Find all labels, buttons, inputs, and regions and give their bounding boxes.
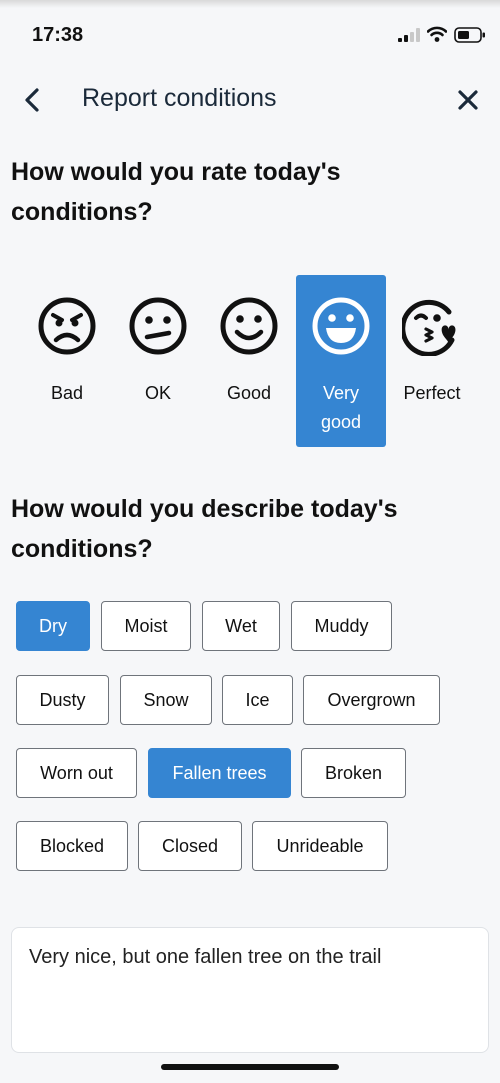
meh-face-icon bbox=[129, 297, 187, 355]
wifi-icon bbox=[427, 26, 447, 42]
rating-label: Very good bbox=[320, 383, 362, 432]
rating-selector: Bad OK Good Very good Perfect bbox=[22, 275, 482, 447]
comment-text: Very nice, but one fallen tree on the tr… bbox=[29, 946, 382, 968]
chip-blocked[interactable]: Blocked bbox=[16, 821, 128, 871]
status-bar: 17:38 bbox=[0, 0, 500, 70]
conditions-question: How would you describe today's condition… bbox=[11, 495, 398, 563]
comment-textarea[interactable]: Very nice, but one fallen tree on the tr… bbox=[11, 927, 489, 1053]
battery-icon bbox=[454, 27, 485, 43]
content: How would you rate today's conditions? B… bbox=[0, 130, 500, 1083]
rating-label: Perfect bbox=[403, 383, 461, 403]
chip-dusty[interactable]: Dusty bbox=[16, 675, 109, 725]
rating-option-bad[interactable]: Bad bbox=[22, 275, 112, 447]
chip-wet[interactable]: Wet bbox=[202, 601, 280, 651]
rating-option-very-good[interactable]: Very good bbox=[296, 275, 386, 447]
chip-broken[interactable]: Broken bbox=[301, 748, 406, 798]
close-icon[interactable] bbox=[456, 88, 480, 112]
rating-label: Good bbox=[226, 383, 272, 403]
status-time: 17:38 bbox=[32, 24, 84, 46]
rating-question: How would you rate today's conditions? bbox=[11, 158, 341, 226]
smile-face-icon bbox=[220, 297, 278, 355]
chip-moist[interactable]: Moist bbox=[101, 601, 191, 651]
kiss-heart-face-icon bbox=[402, 299, 456, 356]
chip-muddy[interactable]: Muddy bbox=[291, 601, 392, 651]
chip-ice[interactable]: Ice bbox=[222, 675, 293, 725]
chip-worn-out[interactable]: Worn out bbox=[16, 748, 137, 798]
chip-unrideable[interactable]: Unrideable bbox=[252, 821, 388, 871]
chip-overgrown[interactable]: Overgrown bbox=[303, 675, 440, 725]
chip-closed[interactable]: Closed bbox=[138, 821, 242, 871]
frown-face-icon bbox=[38, 297, 96, 355]
grin-face-icon bbox=[312, 297, 370, 355]
page-title: Report conditions bbox=[82, 84, 277, 112]
nav-bar: Report conditions bbox=[0, 70, 500, 130]
back-chevron-icon[interactable] bbox=[20, 86, 44, 114]
rating-option-good[interactable]: Good bbox=[204, 275, 294, 447]
rating-label: Bad bbox=[50, 383, 84, 403]
rating-option-ok[interactable]: OK bbox=[113, 275, 203, 447]
home-indicator bbox=[161, 1064, 339, 1070]
cellular-signal-icon bbox=[398, 28, 420, 42]
rating-option-perfect[interactable]: Perfect bbox=[387, 275, 477, 447]
chip-snow[interactable]: Snow bbox=[120, 675, 212, 725]
chip-fallen-trees[interactable]: Fallen trees bbox=[148, 748, 291, 798]
chip-dry[interactable]: Dry bbox=[16, 601, 90, 651]
rating-label: OK bbox=[144, 383, 171, 403]
